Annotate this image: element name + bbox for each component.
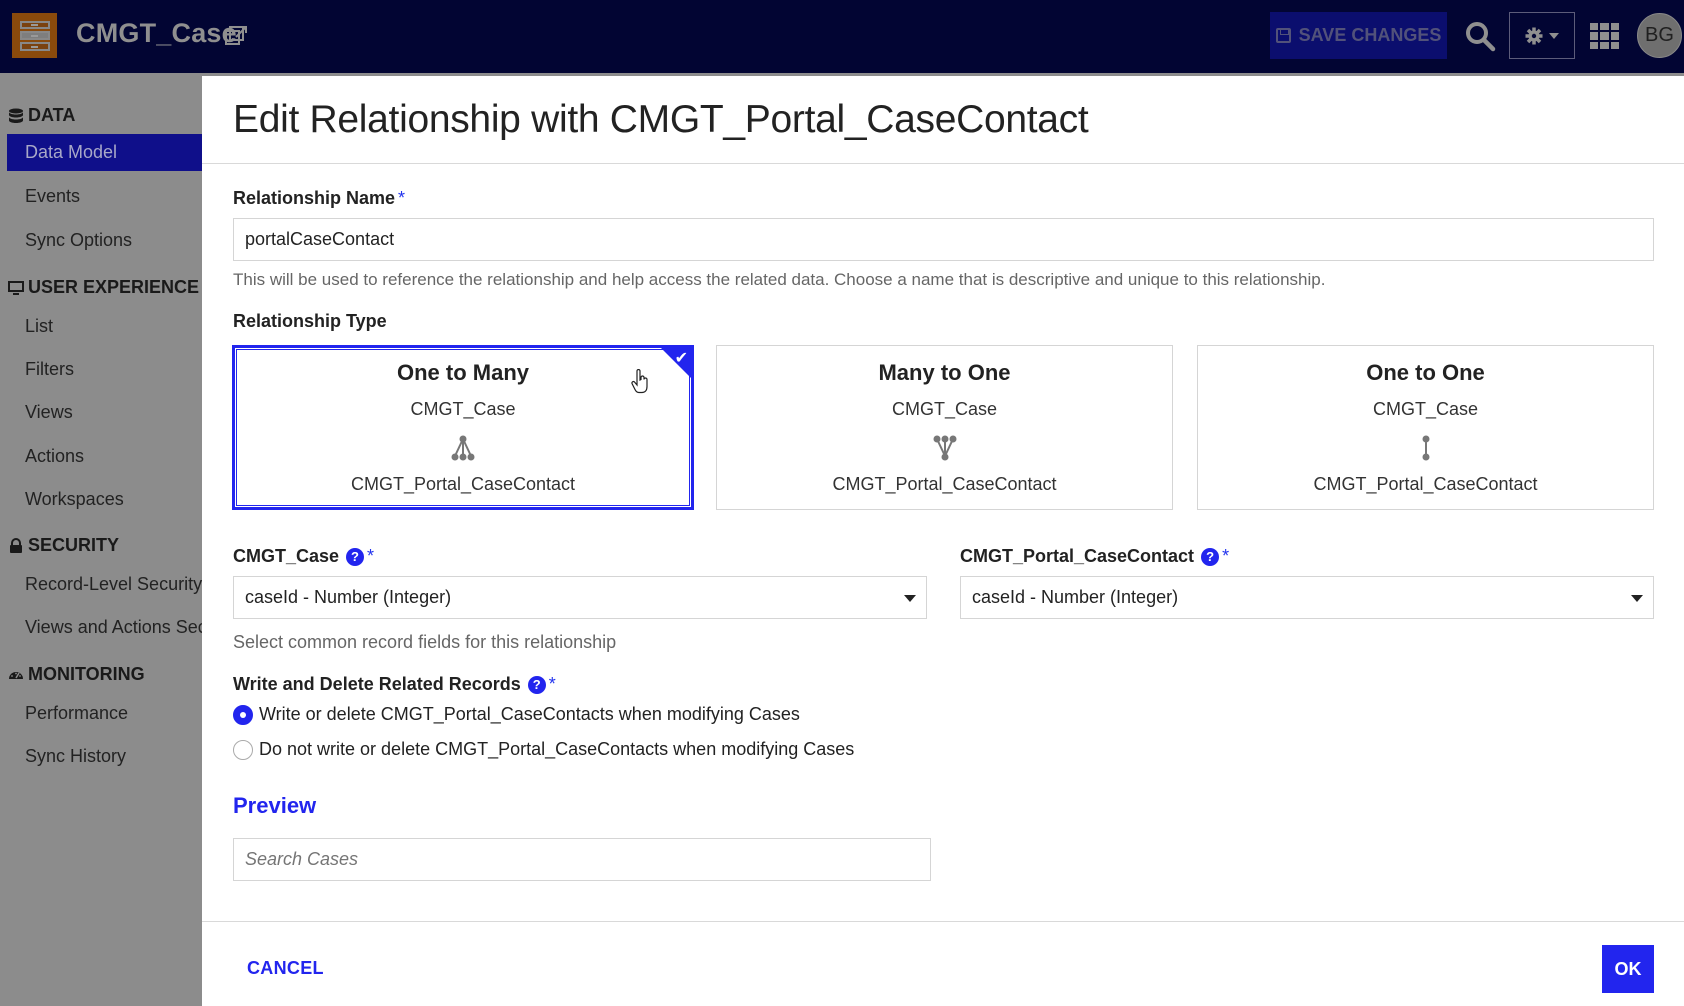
relationship-name-input[interactable] bbox=[233, 218, 1654, 261]
case-field-label-text: CMGT_Case bbox=[233, 546, 340, 566]
case-field-value: caseId - Number (Integer) bbox=[245, 587, 452, 607]
required-marker: * bbox=[398, 188, 406, 208]
card-target-object: CMGT_Portal_CaseContact bbox=[832, 474, 1057, 494]
sidebar-section-label: USER EXPERIENCE bbox=[28, 277, 200, 297]
one-to-one-icon bbox=[1422, 435, 1429, 461]
radio-label: Do not write or delete CMGT_Portal_CaseC… bbox=[259, 739, 855, 759]
lock-icon bbox=[10, 537, 22, 553]
app-logo-icon bbox=[12, 13, 57, 58]
help-icon[interactable]: ? bbox=[1201, 547, 1220, 566]
card-source-object: CMGT_Case bbox=[410, 399, 516, 419]
chevron-down-icon bbox=[1549, 32, 1559, 39]
case-field-select[interactable]: caseId - Number (Integer) bbox=[233, 576, 927, 619]
required-marker: * bbox=[1222, 546, 1230, 566]
save-icon bbox=[1275, 28, 1291, 43]
hand-cursor-icon bbox=[631, 369, 648, 394]
sidebar-item-filters[interactable]: Filters bbox=[25, 359, 74, 380]
one-to-many-icon bbox=[451, 435, 475, 461]
sidebar-item-list[interactable]: List bbox=[25, 316, 53, 337]
required-marker: * bbox=[367, 546, 375, 566]
help-icon[interactable]: ? bbox=[527, 675, 546, 694]
card-source-object: CMGT_Case bbox=[891, 399, 998, 419]
dialog-title: Edit Relationship with CMGT_Portal_CaseC… bbox=[233, 98, 1089, 141]
sidebar-item-data-model[interactable]: Data Model bbox=[7, 134, 202, 171]
relationship-type-many-to-one[interactable]: Many to One CMGT_Case CMGT_Portal_CaseCo… bbox=[716, 345, 1173, 510]
save-changes-button[interactable]: SAVE CHANGES bbox=[1270, 12, 1447, 59]
app-launcher-icon[interactable] bbox=[1590, 23, 1619, 49]
sidebar-item-performance[interactable]: Performance bbox=[25, 703, 128, 724]
open-in-new-icon[interactable] bbox=[224, 25, 248, 47]
save-changes-label: SAVE CHANGES bbox=[1298, 25, 1442, 45]
cancel-button[interactable]: CANCEL bbox=[247, 958, 324, 979]
preview-heading: Preview bbox=[233, 793, 317, 818]
card-title: One to Many bbox=[396, 360, 529, 385]
case-field-label: CMGT_Case? * bbox=[233, 546, 374, 567]
radio-button[interactable] bbox=[233, 704, 253, 725]
radio-label: Write or delete CMGT_Portal_CaseContacts… bbox=[259, 704, 800, 724]
search-icon[interactable] bbox=[1464, 20, 1496, 52]
sidebar-item-record-level-security[interactable]: Record-Level Security bbox=[25, 574, 202, 595]
fields-hint: Select common record fields for this rel… bbox=[233, 632, 617, 652]
search-cases-input[interactable] bbox=[233, 838, 931, 881]
gear-icon bbox=[1525, 27, 1543, 44]
card-target-object: CMGT_Portal_CaseContact bbox=[350, 474, 576, 494]
app-title: CMGT_Case bbox=[76, 18, 237, 48]
write-delete-label: Write and Delete Related Records? * bbox=[233, 674, 556, 695]
sidebar-item-views[interactable]: Views bbox=[25, 402, 73, 423]
card-source-object: CMGT_Case bbox=[1372, 399, 1479, 419]
monitor-icon bbox=[8, 280, 24, 295]
dashboard-icon bbox=[9, 671, 23, 679]
write-delete-label-text: Write and Delete Related Records bbox=[233, 674, 521, 694]
card-target-object: CMGT_Portal_CaseContact bbox=[1313, 474, 1538, 494]
casecontact-field-value: caseId - Number (Integer) bbox=[972, 587, 1179, 607]
database-icon bbox=[9, 108, 23, 123]
relationship-name-label-text: Relationship Name bbox=[233, 188, 396, 208]
relationship-type-one-to-many[interactable]: One to Many CMGT_Case CMGT_Portal_CaseCo… bbox=[232, 345, 694, 510]
dropdown-arrow-icon bbox=[904, 594, 916, 602]
radio-button[interactable] bbox=[233, 739, 253, 760]
sidebar-section-monitoring: MONITORING bbox=[8, 664, 145, 685]
casecontact-field-select[interactable]: caseId - Number (Integer) bbox=[960, 576, 1654, 619]
write-delete-option-write[interactable]: Write or delete CMGT_Portal_CaseContacts… bbox=[233, 704, 800, 725]
casecontact-field-label-text: CMGT_Portal_CaseContact bbox=[960, 546, 1195, 566]
sidebar-section-data: DATA bbox=[8, 105, 75, 126]
dropdown-arrow-icon bbox=[1631, 594, 1643, 602]
relationship-type-label: Relationship Type bbox=[233, 311, 387, 332]
relationship-name-hint: This will be used to reference the relat… bbox=[233, 270, 1326, 289]
relationship-type-one-to-one[interactable]: One to One CMGT_Case CMGT_Portal_CaseCon… bbox=[1197, 345, 1654, 510]
sidebar-section-label: MONITORING bbox=[28, 664, 145, 684]
edit-relationship-dialog: Edit Relationship with CMGT_Portal_CaseC… bbox=[202, 76, 1684, 1006]
sidebar-item-sync-options[interactable]: Sync Options bbox=[25, 230, 132, 251]
sidebar-item-events[interactable]: Events bbox=[25, 186, 80, 207]
casecontact-field-label: CMGT_Portal_CaseContact? * bbox=[960, 546, 1229, 567]
divider bbox=[202, 163, 1684, 164]
sidebar-section-label: SECURITY bbox=[28, 535, 120, 555]
many-to-one-icon bbox=[933, 435, 956, 461]
avatar[interactable]: BG bbox=[1637, 13, 1682, 58]
help-icon[interactable]: ? bbox=[346, 547, 365, 566]
card-title: Many to One bbox=[878, 360, 1011, 385]
sidebar-section-security: SECURITY bbox=[8, 535, 119, 556]
ok-button[interactable]: OK bbox=[1602, 945, 1654, 993]
sidebar-section-label: DATA bbox=[28, 105, 76, 125]
sidebar-item-workspaces[interactable]: Workspaces bbox=[25, 489, 124, 510]
required-marker: * bbox=[548, 674, 556, 694]
checkmark-icon: ✔ bbox=[674, 350, 688, 367]
footer-divider bbox=[202, 921, 1684, 922]
relationship-name-label: Relationship Name * bbox=[233, 188, 405, 209]
sidebar-item-actions[interactable]: Actions bbox=[25, 446, 84, 467]
write-delete-option-no-write[interactable]: Do not write or delete CMGT_Portal_CaseC… bbox=[233, 739, 854, 760]
sidebar-item-sync-history[interactable]: Sync History bbox=[25, 746, 126, 767]
card-title: One to One bbox=[1366, 360, 1485, 385]
settings-menu-button[interactable] bbox=[1509, 12, 1575, 59]
sidebar-section-user-experience: USER EXPERIENCE bbox=[8, 277, 199, 298]
relationship-type-label-text: Relationship Type bbox=[233, 311, 387, 331]
top-bar: CMGT_Case SAVE CHANGES BG bbox=[0, 0, 1684, 73]
sidebar: DATA Data Model Events Sync Options USER… bbox=[0, 73, 241, 1006]
